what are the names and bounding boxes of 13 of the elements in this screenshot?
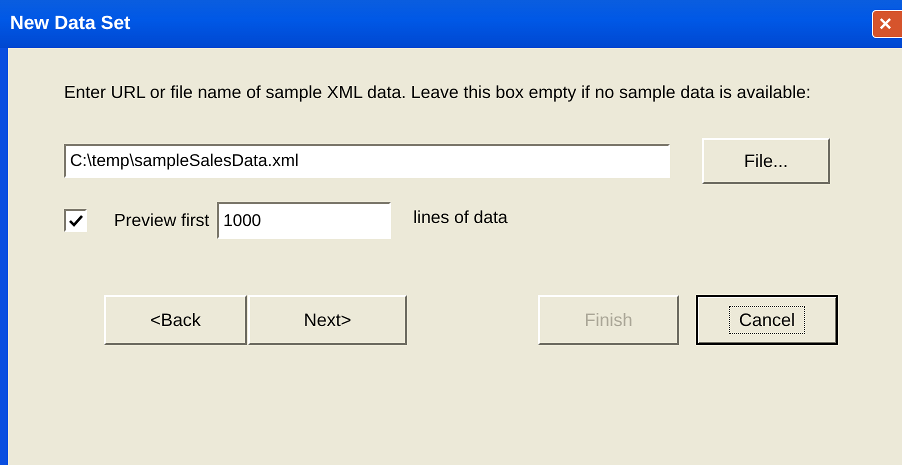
cancel-button[interactable]: Cancel: [696, 295, 838, 345]
check-icon: [68, 214, 82, 226]
source-input-field[interactable]: C:\temp\sampleSalesData.xml: [64, 144, 670, 178]
instruction-text: Enter URL or file name of sample XML data. Leave this box empty if no sample data is available:: [64, 82, 812, 103]
window-title: New Data Set: [10, 12, 130, 36]
line-count-input-field[interactable]: 1000: [217, 202, 392, 239]
close-button[interactable]: ×: [872, 10, 902, 38]
preview-label: Preview first: [114, 209, 210, 232]
lines-label: lines of data: [413, 206, 508, 229]
file-button[interactable]: File...: [702, 138, 830, 184]
next-button[interactable]: Next>: [248, 295, 407, 345]
back-button[interactable]: <Back: [104, 295, 247, 345]
preview-checkbox[interactable]: [64, 209, 87, 232]
